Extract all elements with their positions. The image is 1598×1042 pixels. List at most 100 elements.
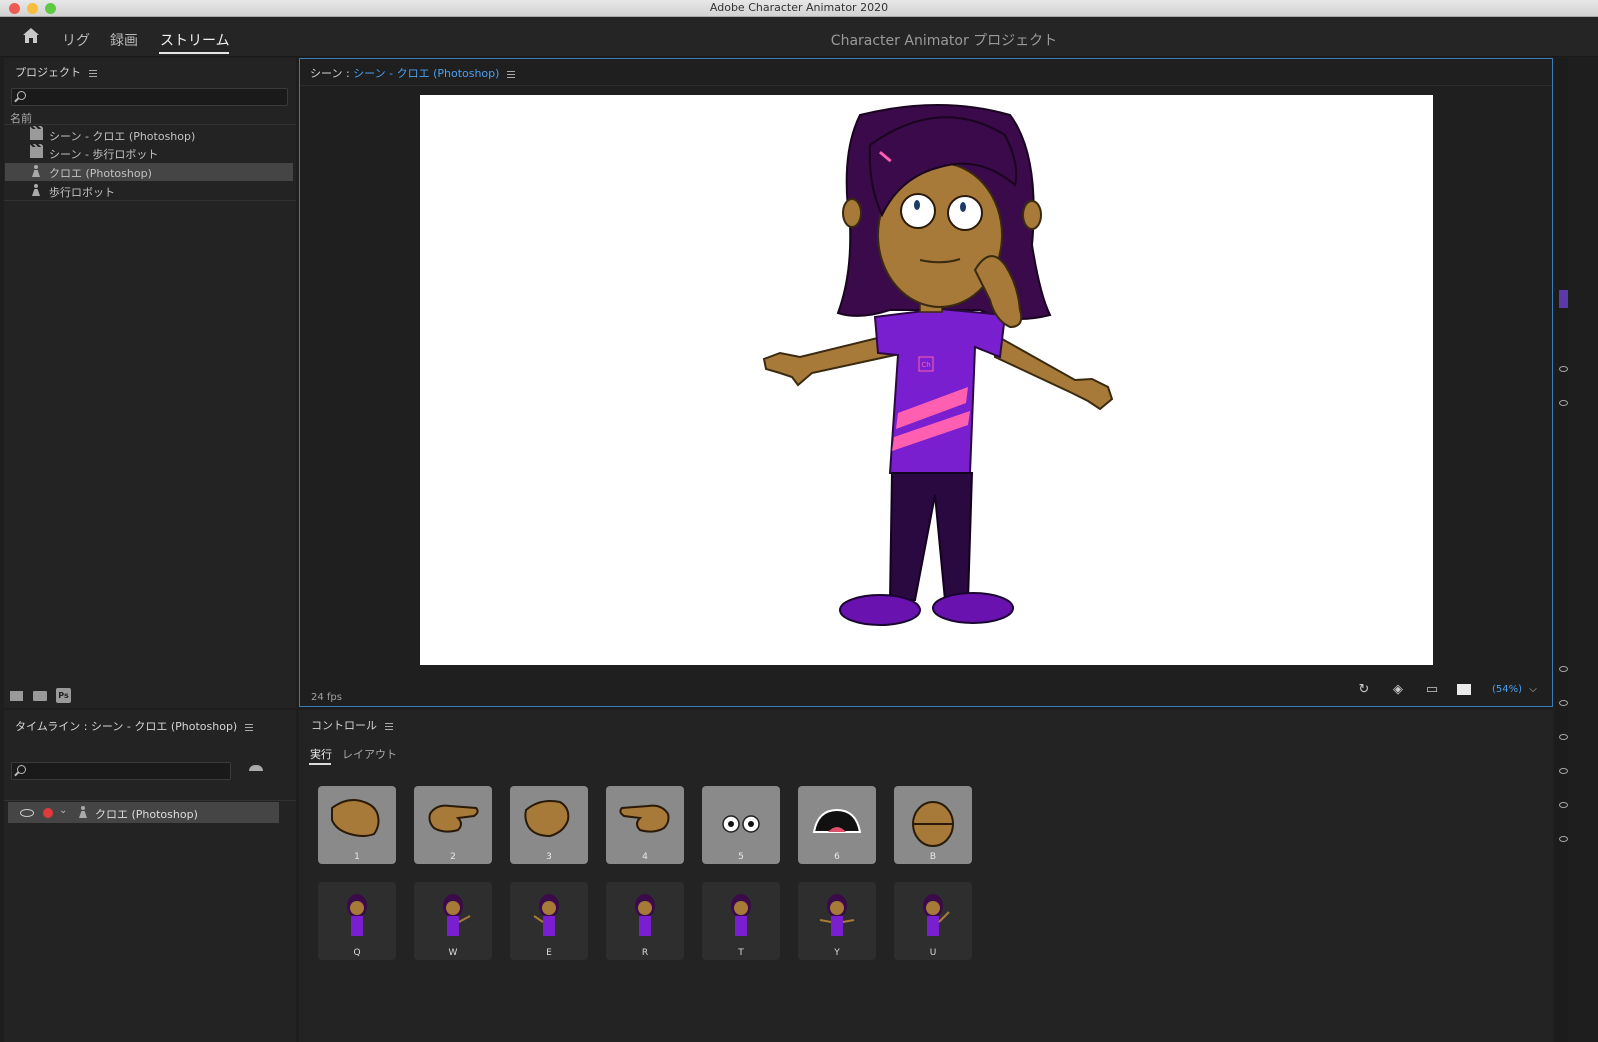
scene-name-link[interactable]: シーン - クロエ (Photoshop) <box>353 67 499 80</box>
photoshop-import-icon[interactable]: Ps <box>56 688 71 703</box>
shirt-logo-text: Ch <box>921 361 930 369</box>
track-label: クロエ (Photoshop) <box>95 808 198 821</box>
active-tab-underline <box>309 763 331 765</box>
zoom-level[interactable]: (54%) <box>1492 684 1522 695</box>
trigger-eyes[interactable]: 5 <box>702 786 780 864</box>
fps-readout: 24 fps <box>311 692 342 703</box>
trigger-key-label: R <box>641 948 649 958</box>
trigger-pose-q[interactable]: Q <box>318 882 396 960</box>
visibility-eye-icon[interactable] <box>1559 802 1568 808</box>
timeline-search-input[interactable] <box>11 762 231 780</box>
visibility-eye-icon[interactable] <box>1559 400 1568 406</box>
panel-menu-icon[interactable] <box>245 723 254 731</box>
controls-panel-header: コントロール <box>311 717 393 733</box>
visibility-eye-icon[interactable] <box>1559 366 1568 372</box>
timeline-panel-header: タイムライン : シーン - クロエ (Photoshop) <box>15 718 254 734</box>
refresh-icon[interactable]: ↻ <box>1357 683 1371 696</box>
trigger-hand-point-left[interactable]: 4 <box>606 786 684 864</box>
project-item-puppet-chloe[interactable]: クロエ (Photoshop) <box>5 163 293 181</box>
scene-panel: シーン : シーン - クロエ (Photoshop) Ch 24 fps ↻ … <box>299 58 1553 707</box>
mesh-toggle-icon[interactable]: ◈ <box>1391 683 1405 696</box>
properties-panel-edge <box>1555 58 1568 1042</box>
panel-menu-icon[interactable] <box>507 70 516 78</box>
pose-thumbnail-icon <box>347 894 367 936</box>
tab-layout[interactable]: レイアウト <box>342 746 397 762</box>
trigger-pose-y[interactable]: Y <box>798 882 876 960</box>
mouth-icon <box>812 808 862 833</box>
trigger-pose-e[interactable]: E <box>510 882 588 960</box>
panel-menu-icon[interactable] <box>385 722 393 730</box>
visibility-eye-icon[interactable] <box>1559 700 1568 706</box>
project-panel: プロジェクト 名前 シーン - クロエ (Photoshop) シーン - 歩行… <box>4 58 296 708</box>
record-arm-icon[interactable] <box>43 808 53 818</box>
trigger-key-label: T <box>738 948 744 958</box>
active-tab-underline <box>159 52 229 54</box>
visibility-eye-icon[interactable] <box>1559 734 1568 740</box>
trigger-key-label: 6 <box>834 852 840 862</box>
timeline-panel: タイムライン : シーン - クロエ (Photoshop) ⌄ クロエ (Ph… <box>4 710 296 1042</box>
chevron-down-icon[interactable]: ⌄ <box>59 805 67 816</box>
controls-panel-title: コントロール <box>311 719 377 732</box>
project-item-label: 歩行ロボット <box>49 186 115 199</box>
timeline-puppet-filter-icon[interactable] <box>249 765 263 775</box>
trigger-head[interactable]: B <box>894 786 972 864</box>
pose-thumbnail-icon <box>533 894 559 936</box>
hand-open-icon <box>331 799 380 837</box>
pose-thumbnail-icon <box>443 894 471 936</box>
trigger-key-label: W <box>448 948 458 958</box>
scene-prefix-label: シーン : <box>310 67 350 80</box>
new-scene-icon[interactable] <box>10 691 23 701</box>
hand-point-left-icon <box>619 804 670 833</box>
hand-point-icon <box>428 804 479 833</box>
project-item-label: シーン - 歩行ロボット <box>49 148 159 161</box>
timeline-panel-title: タイムライン : シーン - クロエ (Photoshop) <box>15 720 238 733</box>
trigger-mouth[interactable]: 6 <box>798 786 876 864</box>
chloe-puppet[interactable]: Ch <box>420 95 1433 665</box>
window-titlebar: Adobe Character Animator 2020 <box>0 0 1598 17</box>
pose-thumbnail-icon <box>731 894 751 936</box>
visibility-eye-icon[interactable] <box>1559 768 1568 774</box>
trigger-key-label: 1 <box>354 852 360 862</box>
workspace-bar: リグ 録画 ストリーム Character Animator プロジェクト <box>0 17 1598 57</box>
project-panel-header: プロジェクト <box>15 64 97 80</box>
visibility-eye-icon[interactable] <box>1559 666 1568 672</box>
pose-thumbnail-icon <box>635 894 655 936</box>
background-color-icon[interactable] <box>1457 684 1471 696</box>
trigger-key-label: 3 <box>546 852 552 862</box>
scene-icon <box>30 144 43 158</box>
eyes-icon <box>722 815 760 833</box>
project-title: Character Animator プロジェクト <box>830 33 1058 49</box>
project-panel-title: プロジェクト <box>15 66 81 79</box>
trigger-key-label: Q <box>353 948 361 958</box>
trigger-pose-u[interactable]: U <box>894 882 972 960</box>
trigger-hand-wave[interactable]: 3 <box>510 786 588 864</box>
scene-stage[interactable]: Ch <box>420 95 1433 665</box>
trigger-pose-r[interactable]: R <box>606 882 684 960</box>
trigger-pose-w[interactable]: W <box>414 882 492 960</box>
controls-panel: コントロール 実行 レイアウト 1 2 3 4 5 6 B Q W E R T … <box>299 710 1553 1042</box>
panel-menu-icon[interactable] <box>89 69 97 77</box>
pose-thumbnail-icon <box>819 894 855 936</box>
trigger-key-label: E <box>546 948 552 958</box>
timeline-track-row[interactable]: ⌄ クロエ (Photoshop) <box>8 802 279 823</box>
zoom-dropdown-icon[interactable]: ⌵ <box>1526 684 1540 696</box>
visibility-eye-icon[interactable] <box>1559 836 1568 842</box>
trigger-key-label: Y <box>834 948 840 958</box>
trigger-key-label: 2 <box>450 852 456 862</box>
hand-wave-icon <box>524 800 570 838</box>
project-search-input[interactable] <box>11 88 288 106</box>
panel-accent-tab[interactable] <box>1559 290 1568 308</box>
trigger-hand-open[interactable]: 1 <box>318 786 396 864</box>
visibility-eye-icon[interactable] <box>20 809 34 817</box>
stream-output-icon[interactable]: ▭ <box>1425 683 1439 696</box>
trigger-pose-t[interactable]: T <box>702 882 780 960</box>
puppet-icon <box>32 165 40 177</box>
trigger-key-label: U <box>929 948 937 958</box>
search-icon <box>17 91 26 100</box>
project-item-scene-chloe[interactable]: シーン - クロエ (Photoshop) <box>5 126 293 144</box>
trigger-hand-point[interactable]: 2 <box>414 786 492 864</box>
folder-icon[interactable] <box>33 691 47 701</box>
tab-perform[interactable]: 実行 <box>310 746 332 762</box>
project-item-scene-robot[interactable]: シーン - 歩行ロボット <box>5 144 293 162</box>
project-item-puppet-robot[interactable]: 歩行ロボット <box>5 182 293 200</box>
